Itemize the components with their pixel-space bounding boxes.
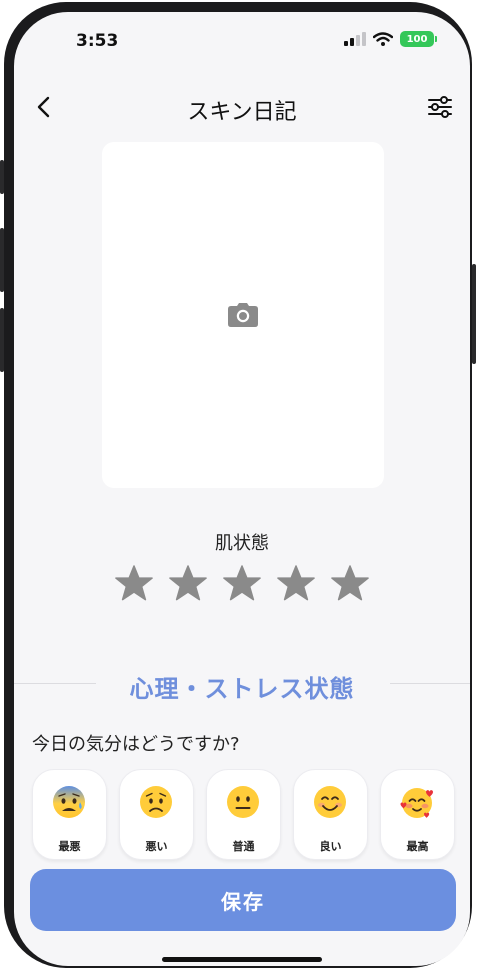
status-time: 3:53 (76, 31, 119, 51)
star-icon[interactable] (330, 564, 370, 604)
mood-options: 最悪 悪い 普通 良い 最高 (32, 769, 455, 861)
volume-up-button (0, 228, 4, 292)
mood-label: 良い (319, 840, 342, 853)
mood-option-worst[interactable]: 最悪 (32, 769, 107, 860)
save-button[interactable]: 保存 (30, 869, 456, 931)
sliders-icon[interactable] (426, 94, 454, 120)
star-icon[interactable] (168, 564, 208, 604)
star-icon[interactable] (222, 564, 262, 604)
mental-section-title: 心理・ストレス状態 (129, 675, 355, 703)
mood-option-good[interactable]: 良い (293, 769, 368, 860)
skin-rating (114, 564, 374, 606)
face-with-hearts-icon (400, 788, 433, 818)
volume-down-button (0, 308, 4, 372)
battery-icon: 100 (400, 31, 437, 47)
battery-level: 100 (406, 33, 428, 45)
cellular-signal-icon (344, 32, 366, 46)
star-icon[interactable] (276, 564, 316, 604)
save-button-label: 保存 (221, 889, 265, 914)
camera-icon (228, 303, 258, 327)
mood-label: 悪い (145, 840, 168, 853)
app-screen: 3:53 100 スキン日記 肌状態 心理・ストレス状態 今日の気分はどうですか… (14, 12, 470, 966)
mood-question: 今日の気分はどうですか? (32, 734, 240, 755)
photo-upload-area[interactable] (102, 142, 384, 488)
phone-frame: 3:53 100 スキン日記 肌状態 心理・ストレス状態 今日の気分はどうですか… (0, 2, 476, 968)
neutral-face-icon (227, 786, 259, 818)
smiling-face-icon (314, 786, 346, 818)
page-title: スキン日記 (187, 100, 297, 125)
mood-option-best[interactable]: 最高 (380, 769, 455, 860)
home-indicator (162, 957, 322, 962)
worried-face-icon (140, 786, 172, 818)
mood-option-normal[interactable]: 普通 (206, 769, 281, 860)
star-icon[interactable] (114, 564, 154, 604)
anxious-face-icon (53, 786, 85, 818)
status-icons: 100 (344, 31, 437, 47)
skin-condition-label: 肌状態 (215, 533, 269, 554)
status-bar: 3:53 100 (14, 12, 470, 62)
mood-label: 普通 (232, 840, 255, 853)
mood-label: 最悪 (58, 840, 81, 853)
mood-option-bad[interactable]: 悪い (119, 769, 194, 860)
mood-label: 最高 (406, 840, 429, 853)
wifi-icon (373, 32, 393, 46)
nav-bar: スキン日記 (14, 82, 470, 132)
power-button (472, 264, 476, 364)
action-button (0, 160, 4, 194)
